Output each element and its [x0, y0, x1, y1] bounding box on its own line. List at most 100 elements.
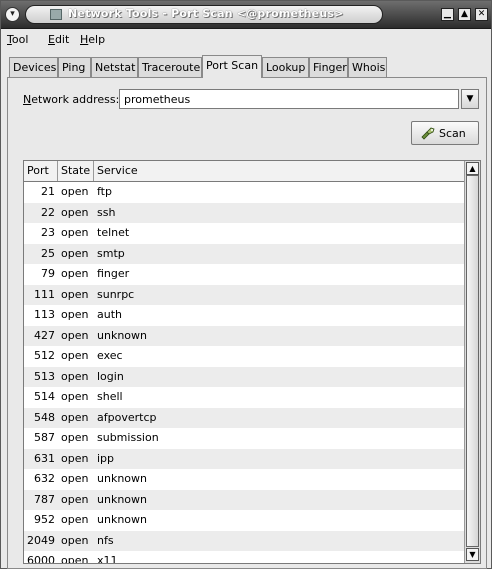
port-cell: 21 [41, 185, 55, 198]
column-header-state[interactable]: State [58, 161, 94, 181]
service-cell: sunrpc [97, 287, 135, 301]
state-cell: open [61, 431, 89, 444]
state-cell: open [61, 513, 89, 526]
tab-netstat[interactable]: Netstat [91, 57, 138, 77]
port-scan-panel: Network address: ▼ Scan Port State Servi… [7, 77, 487, 569]
menu-tool[interactable]: Tool [7, 33, 28, 46]
list-rows: 21 open ftp 22 open ssh 23 open telnet 25 open smtp… [24, 182, 464, 564]
port-cell: 22 [41, 205, 55, 219]
scan-button[interactable]: Scan [411, 121, 479, 145]
network-address-mnemonic: N [23, 93, 32, 106]
state-cell: open [61, 185, 89, 198]
scrollbar-thumb[interactable] [466, 175, 479, 547]
service-cell: x11 [97, 554, 118, 564]
title-pill[interactable]: Network Tools - Port Scan <@prometheus> [25, 5, 383, 24]
app-icon [50, 9, 62, 20]
tab-devices[interactable]: Devices [9, 57, 58, 77]
table-row[interactable]: 111 open sunrpc [24, 284, 464, 305]
list-header: Port State Service [24, 161, 464, 182]
table-row[interactable]: 632 open unknown [24, 469, 464, 490]
port-cell: 513 [34, 369, 55, 383]
column-header-service[interactable]: Service [94, 161, 464, 181]
chevron-down-icon: ▼ [466, 94, 474, 104]
tab-traceroute[interactable]: Traceroute [138, 57, 202, 77]
window-title: Network Tools - Port Scan <@prometheus> [68, 7, 344, 20]
state-cell: open [61, 308, 89, 321]
service-cell: shell [97, 390, 123, 403]
table-row[interactable]: 21 open ftp [24, 182, 464, 203]
port-cell: 787 [34, 492, 55, 506]
state-cell: open [61, 287, 89, 301]
table-row[interactable]: 548 open afpovertcp [24, 407, 464, 428]
port-cell: 952 [34, 513, 55, 526]
menu-help[interactable]: Help [80, 33, 105, 46]
service-cell: ssh [97, 205, 116, 219]
menu-edit-mnemonic: E [48, 33, 55, 46]
port-list[interactable]: Port State Service 21 open ftp 22 open ssh 23 o… [23, 160, 481, 564]
state-cell: open [61, 369, 89, 383]
tab-port-scan[interactable]: Port Scan [202, 55, 262, 78]
scan-icon [421, 127, 435, 140]
table-row[interactable]: 787 open unknown [24, 489, 464, 510]
network-address-input[interactable] [119, 89, 459, 109]
network-address-label: Network address: [23, 93, 119, 106]
table-row[interactable]: 952 open unknown [24, 510, 464, 531]
column-header-port[interactable]: Port [24, 161, 58, 181]
state-cell: open [61, 349, 89, 362]
address-dropdown-button[interactable]: ▼ [461, 89, 479, 109]
port-cell: 111 [34, 287, 55, 301]
port-cell: 587 [34, 431, 55, 444]
service-cell: unknown [97, 492, 147, 506]
port-cell: 79 [41, 267, 55, 280]
service-cell: nfs [97, 533, 114, 547]
table-row[interactable]: 113 open auth [24, 305, 464, 326]
vertical-scrollbar[interactable]: ▲ ▼ [464, 161, 480, 563]
state-cell: open [61, 410, 89, 424]
network-address-label-text: etwork address: [31, 93, 120, 106]
state-cell: open [61, 226, 89, 239]
service-cell: smtp [97, 246, 125, 260]
table-row[interactable]: 631 open ipp [24, 448, 464, 469]
tab-lookup[interactable]: Lookup [262, 57, 309, 77]
service-cell: telnet [97, 226, 130, 239]
port-cell: 23 [41, 226, 55, 239]
service-cell: auth [97, 308, 122, 321]
menu-tool-label: ool [11, 33, 29, 46]
state-cell: open [61, 492, 89, 506]
table-row[interactable]: 25 open smtp [24, 243, 464, 264]
menu-edit-label: dit [54, 33, 70, 46]
state-cell: open [61, 328, 89, 342]
table-row[interactable]: 2049 open nfs [24, 530, 464, 551]
title-bar[interactable]: ▾ Network Tools - Port Scan <@prometheus… [1, 1, 491, 29]
table-row[interactable]: 23 open telnet [24, 223, 464, 244]
port-cell: 2049 [27, 533, 55, 547]
window-menu-button[interactable]: ▾ [5, 7, 20, 22]
service-cell: login [97, 369, 124, 383]
minimize-button[interactable]: ▁ [441, 8, 454, 21]
table-row[interactable]: 22 open ssh [24, 202, 464, 223]
table-row[interactable]: 587 open submission [24, 428, 464, 449]
menu-help-label: elp [88, 33, 106, 46]
menu-bar: Tool Edit Help [1, 29, 491, 51]
table-row[interactable]: 427 open unknown [24, 325, 464, 346]
maximize-button[interactable]: ▲ [458, 8, 471, 21]
table-row[interactable]: 513 open login [24, 366, 464, 387]
table-row[interactable]: 514 open shell [24, 387, 464, 408]
close-button[interactable]: ✕ [475, 8, 488, 21]
scroll-up-button[interactable]: ▲ [466, 162, 479, 175]
state-cell: open [61, 533, 89, 547]
tab-finger[interactable]: Finger [309, 57, 348, 77]
scan-button-label: Scan [439, 127, 466, 140]
tab-ping[interactable]: Ping [58, 57, 91, 77]
table-row[interactable]: 512 open exec [24, 346, 464, 367]
state-cell: open [61, 451, 89, 465]
menu-edit[interactable]: Edit [48, 33, 69, 46]
service-cell: afpovertcp [97, 410, 157, 424]
service-cell: submission [97, 431, 159, 444]
port-cell: 6000 [27, 554, 55, 564]
scroll-down-button[interactable]: ▼ [466, 548, 479, 561]
tab-whois[interactable]: Whois [348, 57, 387, 77]
table-row[interactable]: 6000 open x11 [24, 551, 464, 564]
service-cell: finger [97, 267, 130, 280]
table-row[interactable]: 79 open finger [24, 264, 464, 285]
